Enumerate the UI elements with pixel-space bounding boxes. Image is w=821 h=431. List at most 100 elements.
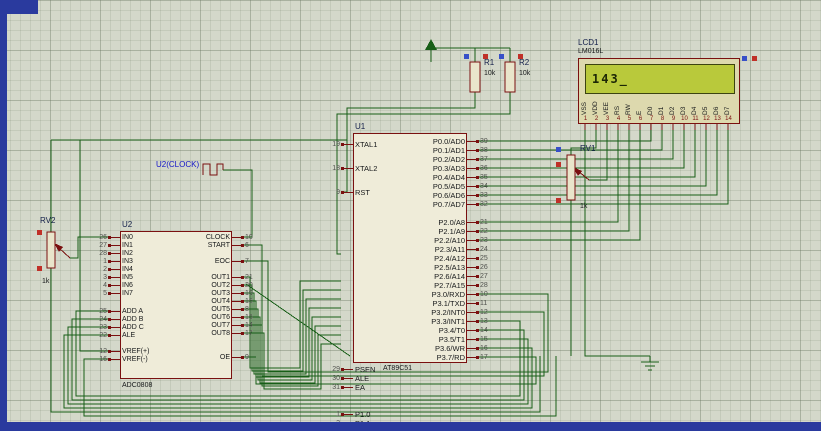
pin-stub — [232, 259, 244, 263]
wire-lcd-net[interactable] — [479, 130, 729, 357]
lcd-ref: LCD1 — [578, 38, 599, 47]
pin-stub — [232, 243, 244, 247]
u1-pins-p2: P2.0/A8 21 P2.1/A9 22 P2.2/A10 23 P2.3/A11 24 P2… — [323, 218, 497, 290]
pin-stub — [467, 346, 479, 350]
terminal-marker-blue — [464, 54, 469, 59]
rv1-ref: RV1 — [580, 144, 596, 153]
r2-ref: R2 — [519, 58, 530, 67]
pin-row: P2.2/A10 23 — [434, 235, 488, 245]
pin-stub — [467, 265, 479, 269]
terminal-marker-red — [37, 230, 42, 235]
lcd-pin: D5 12 — [702, 106, 710, 122]
pin-stub — [467, 229, 479, 233]
pin-row: P3.0/RXD 10 — [431, 289, 488, 299]
pin-stub — [232, 323, 244, 327]
pin-row: OUT5 8 — [211, 305, 249, 313]
pin-stub — [467, 301, 479, 305]
lcd-pins: VSS 1 VDD 2 VEE 3 RS 4 RW 5 E 6 D0 7 D1 8 D2 9 D3 10 D4 11 D5 1… — [580, 95, 734, 122]
lcd-pin: D3 10 — [680, 106, 688, 122]
pin-stub — [341, 367, 353, 371]
pin-row: P0.0/AD0 39 — [432, 136, 488, 146]
pin-row: P2.0/A8 21 — [438, 217, 488, 227]
pin-row: OUT2 20 — [211, 281, 253, 289]
pin-row: P0.4/AD4 35 — [432, 172, 488, 182]
rv1-body[interactable] — [566, 154, 576, 201]
u2-pins-eoc: EOC 7 — [90, 257, 262, 265]
ground-symbol — [641, 356, 659, 371]
pin-row: P3.3/INT1 13 — [431, 316, 488, 326]
clock-net-label: U2(CLOCK) — [156, 160, 200, 169]
pin-stub — [467, 274, 479, 278]
pin-stub — [341, 385, 353, 389]
rv1-value: 1k — [580, 203, 588, 210]
wire-clock-net[interactable] — [223, 169, 253, 238]
lcd-pin: D4 11 — [691, 106, 699, 122]
pin-row: 1 P1.0 — [336, 409, 371, 419]
pin-stub — [108, 251, 120, 255]
pin-stub — [467, 166, 479, 170]
adc-u2[interactable]: U2 ADC0808 26 IN0 27 IN1 28 IN2 1 IN3 2 IN4 3 IN5 4 I… — [90, 220, 262, 396]
pin-stub — [467, 220, 479, 224]
pin-stub — [467, 175, 479, 179]
lcd-display[interactable]: LCD1 LM016L 143_ VSS 1 VDD 2 VEE 3 RS 4 RW 5 E 6 D0 7… — [566, 38, 750, 138]
lcd-pin: D6 13 — [713, 106, 721, 122]
rv2-value: 1k — [42, 278, 50, 285]
lcd-pin: E6 — [636, 110, 644, 122]
pin-row: P0.3/AD3 36 — [432, 163, 488, 173]
pin-stub — [467, 256, 479, 260]
pin-row: P2.3/A11 24 — [434, 244, 488, 254]
lcd-body[interactable]: 143_ VSS 1 VDD 2 VEE 3 RS 4 RW 5 E 6 D0 7 D1 8 D2 9 D3 10 D4… — [578, 58, 740, 124]
u2-pins-out: OUT1 21 OUT2 20 OUT3 19 OUT4 18 OUT5 8 OUT6 15 OUT7 1… — [90, 273, 262, 337]
terminal-marker-red — [556, 162, 561, 167]
pin-row: START 6 — [207, 241, 249, 249]
pin-stub — [341, 412, 353, 416]
pin-stub — [341, 376, 353, 380]
terminal-marker-red — [518, 54, 523, 59]
pin-stub — [467, 193, 479, 197]
schematic-canvas[interactable]: U1 AT89C51 19 XTAL1 18 XTAL2 9 RST 29 PSEN 30 AL… — [0, 0, 821, 431]
pin-stub — [232, 235, 244, 239]
pin-stub — [108, 349, 120, 353]
pin-row: P0.2/AD2 37 — [432, 154, 488, 164]
terminal-marker-blue — [742, 56, 747, 61]
r1-value: 10k — [484, 70, 496, 77]
pin-stub — [467, 139, 479, 143]
u2-pins-oe: OE 9 — [90, 353, 262, 361]
pin-row: OUT7 14 — [211, 321, 253, 329]
pin-stub — [467, 202, 479, 206]
pin-row: OUT1 21 — [211, 273, 253, 281]
u1-pins-p0: P0.0/AD0 39 P0.1/AD1 38 P0.2/AD2 37 P0.3/AD3 36… — [323, 137, 497, 209]
pin-stub — [467, 319, 479, 323]
pin-row: P0.5/AD5 34 — [432, 181, 488, 191]
pin-row: 2 IN4 — [103, 265, 133, 273]
mcu-u1[interactable]: U1 AT89C51 19 XTAL1 18 XTAL2 9 RST 29 PSEN 30 AL… — [323, 122, 497, 431]
power-arrow-icon — [425, 39, 437, 50]
r1-body[interactable] — [469, 61, 481, 93]
pin-row: 28 IN2 — [99, 249, 133, 257]
pin-stub — [232, 283, 244, 287]
r2-body[interactable] — [504, 61, 516, 93]
lcd-screen: 143_ — [585, 64, 735, 94]
pin-stub — [232, 275, 244, 279]
r2-value: 10k — [519, 70, 531, 77]
pin-row: P3.4/T0 14 — [438, 325, 488, 335]
pin-row: P0.7/AD7 32 — [432, 199, 488, 209]
pin-stub — [232, 315, 244, 319]
pin-row: CLOCK 10 — [205, 233, 253, 241]
pin-stub — [467, 184, 479, 188]
pin-row: P0.1/AD1 38 — [432, 145, 488, 155]
terminal-marker-blue — [556, 147, 561, 152]
pin-row: P3.2/INT0 12 — [431, 307, 488, 317]
pin-row: OUT4 18 — [211, 297, 253, 305]
pin-stub — [467, 337, 479, 341]
pin-stub — [467, 148, 479, 152]
pin-row: OE 9 — [219, 353, 249, 361]
pin-stub — [467, 283, 479, 287]
pin-stub — [232, 291, 244, 295]
lcd-pin: D1 8 — [658, 106, 666, 122]
pin-stub — [467, 292, 479, 296]
terminal-marker-red — [752, 56, 757, 61]
rv2-body[interactable] — [46, 231, 56, 269]
pin-stub — [232, 299, 244, 303]
lcd-pin: VDD 2 — [592, 101, 600, 122]
